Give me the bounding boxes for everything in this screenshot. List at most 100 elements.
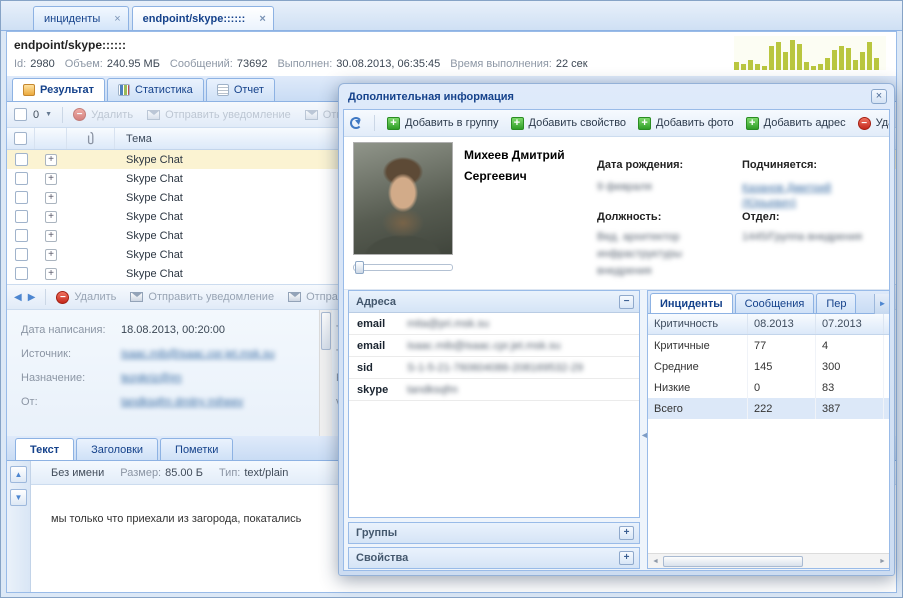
app-window: инциденты × endpoint/skype:::::: × endpoint…	[0, 0, 903, 598]
attachment-name[interactable]: Без имени	[51, 467, 104, 479]
incidents-tab[interactable]: Инциденты	[650, 293, 733, 313]
properties-title: Свойства	[356, 552, 409, 564]
row-checkbox[interactable]	[14, 172, 28, 185]
window-tab[interactable]: инциденты ×	[33, 6, 129, 30]
dialog-toolbar-button[interactable]: Добавить свойство	[510, 116, 626, 130]
row-expander-cell: +	[35, 229, 67, 242]
scroll-left-icon[interactable]: ◄	[648, 558, 663, 565]
expand-icon[interactable]: +	[619, 526, 634, 540]
incidents-tab[interactable]: Сообщения	[734, 293, 815, 313]
row-checkbox[interactable]	[14, 153, 28, 166]
properties-panel-header[interactable]: Свойства +	[348, 547, 640, 569]
stat-label: Сообщений:	[169, 58, 233, 70]
sparkline-bar	[790, 40, 795, 70]
incidents-cell: Критичные	[648, 335, 748, 356]
field-value[interactable]: isaac.mib@isaac.cpr.jet.msk.su	[121, 348, 275, 360]
dialog-toolbar-button[interactable]: Добавить фото	[638, 116, 734, 130]
scroll-right-icon[interactable]: ►	[875, 558, 889, 565]
window-tab[interactable]: endpoint/skype:::::: ×	[131, 6, 274, 30]
dialog-header[interactable]: Дополнительная информация ×	[343, 84, 890, 109]
groups-panel-header[interactable]: Группы +	[348, 522, 640, 544]
expand-icon[interactable]: +	[619, 551, 634, 565]
toolbar-button[interactable]: Отправить уведомление	[147, 109, 291, 121]
left-rail: ▲ ▼	[7, 461, 31, 592]
incidents-row[interactable]: Всего 222 387	[648, 398, 889, 419]
sparkline-bar	[748, 60, 753, 70]
slider-thumb[interactable]	[355, 261, 364, 274]
field-value[interactable]: tandksqfm dmitry miheev	[121, 396, 243, 408]
row-checkbox[interactable]	[14, 210, 28, 223]
row-checkbox[interactable]	[14, 248, 28, 261]
scrollbar-thumb[interactable]	[663, 555, 803, 567]
column-header[interactable]: 07.2013	[816, 314, 884, 334]
header-checkbox[interactable]	[14, 132, 27, 145]
sparkline-bar	[762, 66, 767, 70]
toolbar-button[interactable]: Удалить	[56, 290, 116, 304]
page-title: endpoint/skype::::::	[14, 38, 126, 52]
horizontal-scrollbar[interactable]: ◄ ►	[648, 553, 889, 568]
tab-label: Текст	[30, 443, 60, 456]
sparkline-bar	[839, 46, 844, 70]
vertical-scrollbar[interactable]	[319, 310, 332, 436]
row-checkbox[interactable]	[14, 229, 28, 242]
dialog-toolbar-button[interactable]: Уда	[857, 116, 889, 130]
expand-icon[interactable]: +	[45, 172, 57, 185]
sparkline-bar	[853, 60, 858, 70]
expand-down-button[interactable]: ▼	[10, 489, 27, 506]
content-tab[interactable]: Заголовки	[76, 438, 159, 460]
select-all-checkbox[interactable]	[14, 108, 27, 121]
result-tab[interactable]: Результат	[12, 78, 106, 101]
incidents-tab[interactable]: Пер	[816, 293, 857, 313]
photo-slider[interactable]	[353, 261, 453, 274]
incidents-row[interactable]: Средние 145 300	[648, 356, 889, 377]
row-checkbox[interactable]	[14, 191, 28, 204]
result-tab[interactable]: Статистика	[107, 78, 204, 101]
refresh-button[interactable]	[350, 117, 362, 129]
expand-icon[interactable]: +	[45, 267, 57, 280]
result-tab[interactable]: Отчет	[205, 78, 275, 101]
detail-fields: Дата написания: 18.08.2013, 00:20:00 Источ…	[21, 318, 275, 414]
tab-close-icon[interactable]: ×	[259, 13, 265, 24]
prev-arrow-icon[interactable]: ◀	[14, 292, 22, 303]
tab-close-icon[interactable]: ×	[114, 13, 120, 24]
incidents-row[interactable]: Низкие 0 83	[648, 377, 889, 398]
header-attachment-cell[interactable]	[67, 128, 115, 149]
attachment-type-label: Тип:	[218, 466, 241, 479]
address-value: S-1-5-21-760604086-208169532-29	[407, 361, 584, 374]
content-tab[interactable]: Текст	[15, 438, 75, 460]
row-checkbox[interactable]	[14, 267, 28, 280]
incidents-row[interactable]: Критичные 77 4	[648, 335, 889, 356]
expand-icon[interactable]: +	[45, 229, 57, 242]
tab-scroll-right-icon[interactable]: ►	[874, 294, 889, 314]
scrollbar-thumb[interactable]	[321, 312, 331, 350]
toolbar-button[interactable]: Удалить	[73, 108, 133, 121]
dialog-toolbar: Добавить в группу Добавить свойство Добави…	[344, 110, 889, 137]
message-toolbar-buttons: УдалитьОтправить уведомлениеОтправить	[56, 290, 361, 304]
collapse-up-button[interactable]: ▲	[10, 466, 27, 483]
toolbar-button[interactable]: Отправить уведомление	[130, 291, 274, 303]
next-arrow-icon[interactable]: ▶	[28, 292, 36, 303]
collapse-icon[interactable]: −	[619, 294, 634, 309]
column-header[interactable]: Критичность	[648, 314, 748, 334]
plus-icon	[510, 116, 524, 130]
addresses-panel-header[interactable]: Адреса −	[349, 291, 639, 313]
expand-icon[interactable]: +	[45, 153, 57, 166]
stat-value: 240.95 МБ	[106, 58, 160, 70]
dialog-toolbar-button[interactable]: Добавить в группу	[387, 116, 499, 130]
birth-date-label: Дата рождения:	[597, 159, 684, 171]
chevron-down-icon[interactable]: ▼	[45, 111, 52, 118]
attachment-size: 85.00 Б	[165, 466, 203, 479]
expand-icon[interactable]: +	[45, 248, 57, 261]
expand-icon[interactable]: +	[45, 210, 57, 223]
incidents-cell: Всего	[648, 398, 748, 419]
incidents-cell: 300	[816, 356, 884, 377]
expand-icon[interactable]: +	[45, 191, 57, 204]
manager-link[interactable]: Казанов Дмитрий (Юрьевич)	[742, 181, 884, 211]
dialog-toolbar-button[interactable]: Добавить адрес	[745, 116, 846, 130]
field-value[interactable]: tezgkriz@jm	[121, 372, 182, 384]
addresses-title: Адреса	[356, 295, 396, 308]
column-header[interactable]: 08.2013	[748, 314, 816, 334]
close-icon[interactable]: ×	[871, 89, 887, 104]
content-tab[interactable]: Пометки	[160, 438, 234, 460]
address-row: email isaac.mib@isaac.cpr.jet.msk.su	[349, 335, 639, 357]
